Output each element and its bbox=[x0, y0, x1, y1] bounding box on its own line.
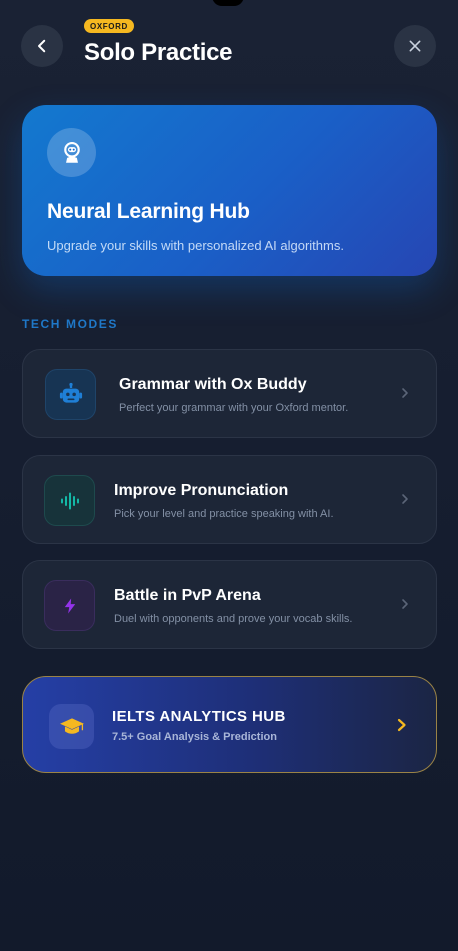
back-button[interactable] bbox=[21, 25, 63, 67]
hero-title: Neural Learning Hub bbox=[47, 200, 250, 223]
mode-card-grammar[interactable]: Grammar with Ox Buddy Perfect your gramm… bbox=[22, 349, 437, 438]
ielts-title: IELTS ANALYTICS HUB bbox=[112, 708, 286, 725]
robot-icon bbox=[45, 369, 96, 420]
mode-card-pronunciation[interactable]: Improve Pronunciation Pick your level an… bbox=[22, 455, 437, 544]
hero-subtitle: Upgrade your skills with personalized AI… bbox=[47, 238, 344, 253]
robot-astronaut-icon bbox=[47, 128, 96, 177]
mode-subtitle: Pick your level and practice speaking wi… bbox=[114, 508, 334, 520]
close-button[interactable] bbox=[394, 25, 436, 67]
chevron-left-icon bbox=[38, 39, 46, 53]
mode-title: Battle in PvP Arena bbox=[114, 587, 261, 604]
solo-practice-screen: OXFORD Solo Practice Neural Learning Hub… bbox=[0, 0, 458, 951]
chevron-right-icon bbox=[400, 387, 410, 399]
graduation-cap-icon bbox=[49, 704, 94, 749]
neural-learning-hub-card[interactable]: Neural Learning Hub Upgrade your skills … bbox=[22, 105, 437, 276]
mode-card-pvp[interactable]: Battle in PvP Arena Duel with opponents … bbox=[22, 560, 437, 649]
chevron-right-icon bbox=[400, 493, 410, 505]
mode-subtitle: Duel with opponents and prove your vocab… bbox=[114, 613, 353, 625]
chevron-right-icon bbox=[400, 598, 410, 610]
section-label: TECH MODES bbox=[22, 317, 119, 331]
lightning-icon bbox=[44, 580, 95, 631]
mode-subtitle: Perfect your grammar with your Oxford me… bbox=[119, 402, 349, 414]
oxford-badge: OXFORD bbox=[84, 19, 134, 33]
ielts-analytics-hub-card[interactable]: IELTS ANALYTICS HUB 7.5+ Goal Analysis &… bbox=[22, 676, 437, 773]
ielts-subtitle: 7.5+ Goal Analysis & Prediction bbox=[112, 731, 277, 743]
close-icon bbox=[409, 40, 421, 52]
mode-title: Improve Pronunciation bbox=[114, 482, 289, 499]
camera-notch bbox=[212, 0, 244, 6]
mode-title: Grammar with Ox Buddy bbox=[119, 376, 307, 393]
sound-wave-icon bbox=[44, 475, 95, 526]
chevron-right-icon bbox=[396, 717, 408, 738]
page-title: Solo Practice bbox=[84, 39, 233, 66]
